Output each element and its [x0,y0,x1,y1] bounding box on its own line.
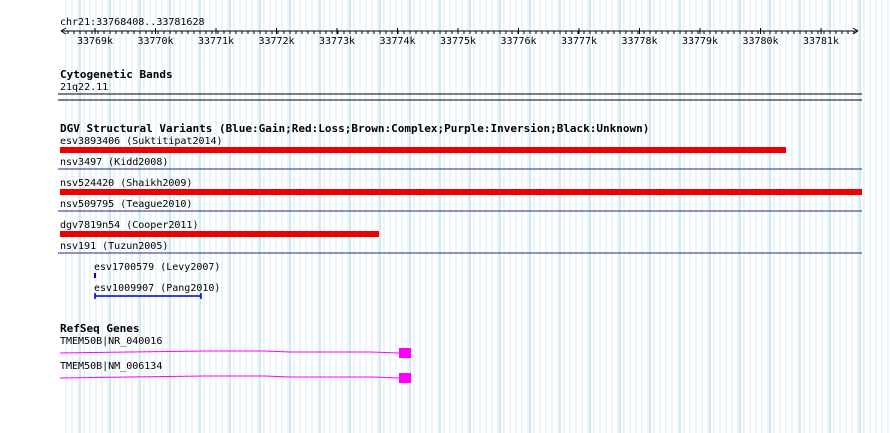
dgv-feature-label[interactable]: dgv7819n54 (Cooper2011) [60,220,198,231]
dgv-track: esv3893406 (Suktitipat2014) nsv3497 (Kidd… [58,136,862,299]
refseq-exon-block[interactable] [399,373,411,383]
ruler-tick-label: 33770k [137,36,173,47]
locus-label: chr21:33768408..33781628 [60,17,205,28]
refseq-track: TMEM50B|NR_040016 TMEM50B|NM_006134 [59,336,411,383]
ruler-tick-label: 33774k [379,36,415,47]
ruler-tick-label: 33776k [500,36,536,47]
ruler-tick-label: 33780k [742,36,778,47]
ruler-tick-label: 33773k [319,36,355,47]
dgv-loss-bar[interactable] [60,189,862,195]
dgv-loss-bar[interactable] [60,147,786,153]
dgv-feature-label[interactable]: esv3893406 (Suktitipat2014) [60,136,223,147]
ruler-tick-label: 33775k [440,36,476,47]
dgv-feature-label[interactable]: nsv3497 (Kidd2008) [60,157,168,168]
ruler-tick-label: 33779k [682,36,718,47]
ruler-tick-label: 33771k [198,36,234,47]
dgv-feature-label[interactable]: nsv191 (Tuzun2005) [60,241,168,252]
dgv-feature-label[interactable]: esv1700579 (Levy2007) [94,262,220,273]
dgv-loss-bar[interactable] [60,231,379,237]
dgv-feature-label[interactable]: nsv509795 (Teague2010) [60,199,192,210]
ruler-tick-label: 33772k [258,36,294,47]
refseq-transcript-label[interactable]: TMEM50B|NR_040016 [60,336,162,347]
refseq-exon-block[interactable] [399,348,411,358]
dgv-feature-label[interactable]: nsv524420 (Shaikh2009) [60,178,192,189]
ruler-tick-label: 33778k [621,36,657,47]
background-grid [65,0,889,433]
cytoband-label[interactable]: 21q22.11 [60,82,108,93]
cytoband-track-title: Cytogenetic Bands [60,68,173,81]
refseq-track-title: RefSeq Genes [60,322,139,335]
ruler-tick-label: 33777k [561,36,597,47]
ruler-tick-label: 33769k [77,36,113,47]
ruler-tick-label: 33781k [803,36,839,47]
dgv-track-title: DGV Structural Variants (Blue:Gain;Red:L… [60,122,649,135]
genome-browser: chr21:33768408..33781628 33769k 33770k 337… [58,0,889,433]
refseq-transcript-label[interactable]: TMEM50B|NM_006134 [60,361,162,372]
dgv-feature-label[interactable]: esv1009907 (Pang2010) [94,283,220,294]
